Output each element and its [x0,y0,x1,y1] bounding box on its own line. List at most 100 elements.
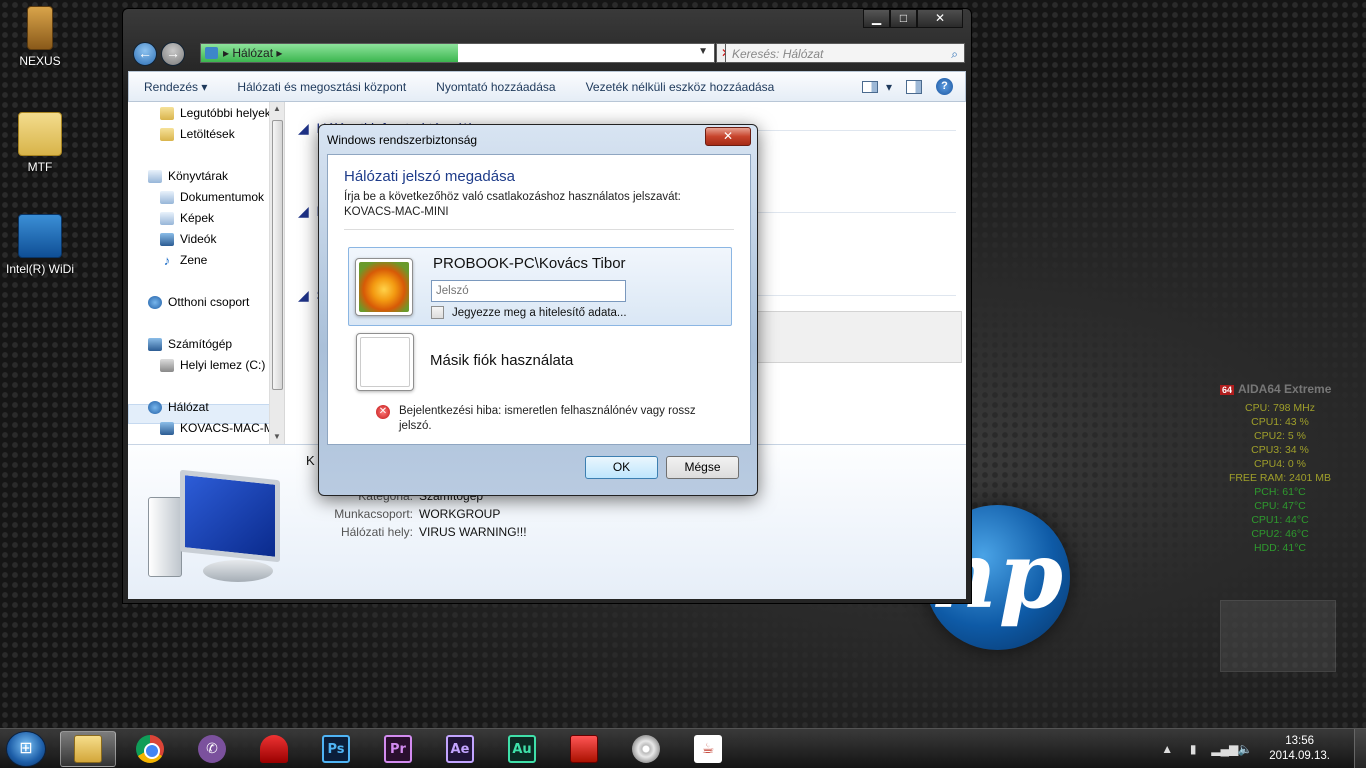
volume-icon[interactable]: 🔈 [1237,742,1253,756]
desktop-icon-label: MTF [27,160,53,174]
scroll-up-arrow[interactable]: ▲ [273,104,281,113]
credential-username: PROBOOK-PC\Kovács Tibor [433,255,626,272]
libraries-icon [148,169,162,183]
taskbar-disc[interactable] [618,731,674,767]
java-icon: ☕ [694,735,722,763]
show-hidden-icons-icon[interactable]: ▲ [1159,742,1175,756]
remember-credentials[interactable]: Jegyezze meg a hitelesítő adata... [431,306,627,319]
red-app-icon [260,735,288,763]
wifi-signal-icon[interactable]: ▂▄▆ [1211,742,1238,756]
dialog-body: Hálózati jelszó megadása Írja be a követ… [327,154,751,445]
dialog-target: KOVACS-MAC-MINI [344,206,449,218]
maximize-button[interactable]: □ [890,9,917,28]
taskbar-java[interactable]: ☕ [680,731,736,767]
nav-item-downloads[interactable]: Letöltések [160,127,235,141]
videos-icon [160,232,174,246]
taskbar-audition[interactable]: Au [494,731,550,767]
show-desktop-button[interactable] [1354,729,1366,768]
explorer-icon [74,735,102,763]
help-icon[interactable]: ? [936,78,953,95]
scroll-thumb[interactable] [272,120,283,390]
taskbar-after-effects[interactable]: Ae [432,731,488,767]
blank-avatar-icon [360,337,410,387]
password-field[interactable] [431,280,626,302]
audition-icon: Au [508,735,536,763]
nav-item-documents[interactable]: Dokumentumok [160,190,264,204]
nav-item-local-disk[interactable]: Helyi lemez (C:) [160,358,265,372]
credential-tile-selected[interactable]: PROBOOK-PC\Kovács Tibor Jegyezze meg a h… [348,247,732,326]
taskbar-photoshop[interactable]: Ps [308,731,364,767]
nav-item-mac-mini[interactable]: KOVACS-MAC-M [160,421,274,435]
taskbar-premiere[interactable]: Pr [370,731,426,767]
search-icon[interactable]: ⌕ [951,47,958,62]
search-input[interactable]: Keresés: Hálózat ⌕ [725,43,965,63]
taskbar-chrome[interactable] [122,731,178,767]
aida64-title: 64 AIDA64 Extreme [1220,382,1332,396]
forward-button[interactable]: → [161,42,185,66]
taskbar-viber[interactable]: ✆ [184,731,240,767]
taskbar-red-box[interactable] [556,731,612,767]
aida-line: CPU: 47°C [1254,500,1306,512]
remember-checkbox[interactable] [431,306,444,319]
cancel-button[interactable]: Mégse [666,456,739,479]
network-center-button[interactable]: Hálózati és megosztási központ [222,80,421,94]
aida64-gadget: 64 AIDA64 Extreme CPU: 798 MHz CPU1: 43 %… [1220,382,1340,555]
other-account-option[interactable]: Másik fiók használata [430,352,573,369]
aida-line: FREE RAM: 2401 MB [1228,472,1332,484]
nav-scrollbar[interactable]: ▲ ▼ [269,102,284,444]
aida-line: CPU2: 46°C [1251,528,1309,540]
desktop-icon-widi[interactable]: Intel(R) WiDi [0,214,80,276]
widi-icon [18,214,62,258]
chevron-down-icon[interactable]: ▼ [698,46,708,57]
dialog-title: Windows rendszerbiztonság [327,133,478,147]
photoshop-icon: Ps [322,735,350,763]
clock[interactable]: 13:56 2014.09.13. [1269,734,1330,764]
nav-item-pictures[interactable]: Képek [160,211,214,225]
back-button[interactable]: ← [133,42,157,66]
nav-item-network[interactable]: Hálózat [148,400,209,414]
start-button[interactable]: ⊞ [6,731,46,767]
nav-item-computer[interactable]: Számítógép [148,337,232,351]
aida-line: CPU: 798 MHz [1244,402,1316,414]
disk-icon [160,358,174,372]
view-icon [861,80,878,93]
pictures-icon [160,211,174,225]
nav-item-videos[interactable]: Videók [160,232,216,246]
ok-button[interactable]: OK [585,456,658,479]
battery-icon[interactable]: ▮ [1185,742,1201,756]
preview-pane-button[interactable] [906,79,922,94]
user-avatar [355,258,413,316]
system-tray: ▲ ▮ ▂▄▆ 🔈 13:56 2014.09.13. [1159,729,1366,768]
taskbar-red-app[interactable] [246,731,302,767]
desktop-gadget [1220,600,1336,672]
nav-item-music[interactable]: ♪ Zene [160,253,208,267]
address-bar[interactable]: ▸ Hálózat ▸ ▼ [200,43,715,63]
dialog-separator [344,229,734,230]
view-options-button[interactable]: ▾ [861,80,892,94]
network-device-tile[interactable] [726,311,962,363]
desktop-icon-mtf[interactable]: MTF [0,112,80,174]
nav-item-homegroup[interactable]: Otthoni csoport [148,295,249,309]
desktop-icon-label: Intel(R) WiDi [6,262,74,276]
aida-line: HDD: 41°C [1253,542,1307,554]
taskbar-explorer[interactable] [60,731,116,767]
minimize-button[interactable]: ▁ [863,9,890,28]
other-account-avatar[interactable] [356,333,414,391]
disc-icon [632,735,660,763]
close-button[interactable]: ✕ [917,9,963,28]
chrome-icon [136,735,164,763]
nav-item-recent[interactable]: Legutóbbi helyek [160,106,271,120]
details-workgroup: Munkacsoport: WORKGROUP [334,507,501,521]
add-printer-button[interactable]: Nyomtató hozzáadása [421,80,570,94]
dialog-close-button[interactable]: ✕ [705,127,751,146]
nav-item-libraries[interactable]: Könyvtárak [148,169,228,183]
pc-monitor-shape [180,469,280,563]
clock-date: 2014.09.13. [1269,750,1330,762]
scroll-down-arrow[interactable]: ▼ [273,432,281,441]
desktop-icon-nexus[interactable]: NEXUS [0,6,80,68]
network-icon [148,400,162,414]
premiere-icon: Pr [384,735,412,763]
computer-icon [148,337,162,351]
organize-button[interactable]: Rendezés ▾ [129,80,222,94]
add-wireless-button[interactable]: Vezeték nélküli eszköz hozzáadása [571,80,790,94]
